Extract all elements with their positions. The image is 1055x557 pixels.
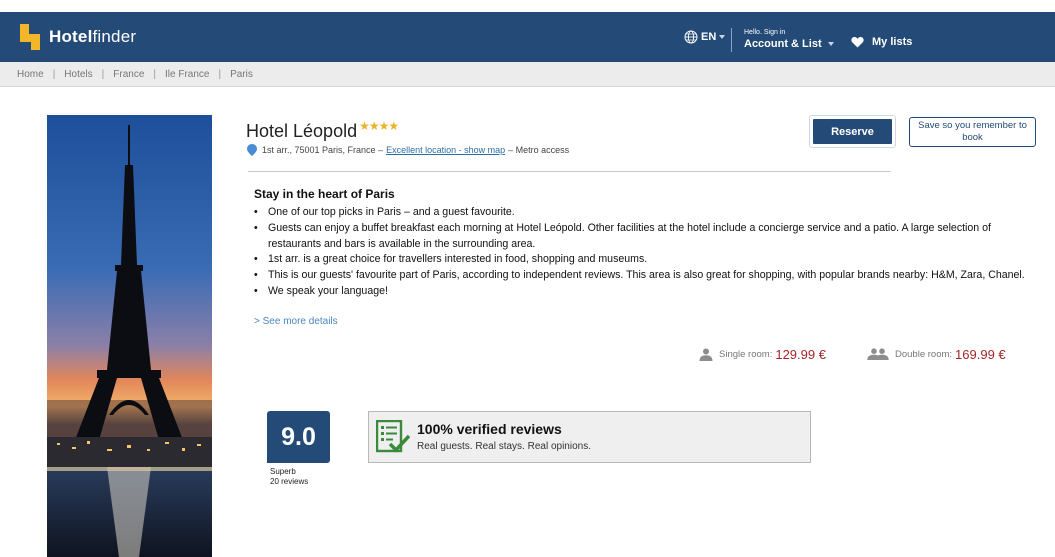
- save-to-list-button[interactable]: Save so you remember to book: [909, 117, 1036, 147]
- brand-name: Hotelfinder: [49, 27, 137, 46]
- language-label: EN: [701, 31, 717, 43]
- list-item: One of our top picks in Paris – and a gu…: [254, 205, 1034, 221]
- breadcrumb-ile-france[interactable]: Ile France: [165, 69, 209, 80]
- verified-reviews-title: 100% verified reviews: [417, 421, 562, 437]
- breadcrumb-home[interactable]: Home: [17, 69, 44, 80]
- address-text: 1st arr., 75001 Paris, France –: [262, 145, 384, 155]
- logo-mark-icon: [20, 24, 40, 50]
- description-title: Stay in the heart of Paris: [254, 187, 395, 201]
- single-room-price[interactable]: Single room: 129.99 €: [699, 347, 826, 362]
- review-summary: Superb 20 reviews: [270, 467, 308, 487]
- language-selector[interactable]: EN: [684, 30, 726, 44]
- description-list: One of our top picks in Paris – and a gu…: [254, 205, 1034, 300]
- chevron-down-icon: [719, 35, 726, 39]
- verified-reviews-banner: 100% verified reviews Real guests. Real …: [368, 411, 811, 463]
- hotel-photo[interactable]: [47, 115, 212, 557]
- verified-reviews-subtitle: Real guests. Real stays. Real opinions.: [417, 441, 591, 452]
- location-pin-icon: [247, 144, 257, 156]
- my-lists-link[interactable]: My lists: [851, 36, 912, 48]
- single-room-label: Single room:: [719, 349, 773, 360]
- globe-icon: [684, 30, 698, 44]
- double-room-label: Double room:: [895, 349, 953, 360]
- list-item: 1st arr. is a great choice for traveller…: [254, 252, 1034, 268]
- two-persons-icon: [867, 348, 889, 360]
- hotelfinder-logo[interactable]: Hotelfinder: [20, 24, 136, 50]
- hotel-address: 1st arr., 75001 Paris, France – Excellen…: [247, 144, 569, 156]
- address-suffix: – Metro access: [508, 145, 570, 155]
- breadcrumb-france[interactable]: France: [113, 69, 144, 80]
- chevron-down-icon: [827, 42, 834, 46]
- hotel-name-text: Hotel Léopold: [246, 121, 358, 141]
- reserve-button[interactable]: Reserve: [809, 115, 896, 148]
- verified-checklist-icon: [376, 420, 410, 453]
- single-room-amount: 129.99 €: [775, 347, 826, 362]
- account-greeting: Hello. Sign in: [744, 29, 786, 36]
- single-person-icon: [699, 348, 713, 361]
- breadcrumb: Home | Hotels | France | Ile France | Pa…: [0, 62, 1055, 87]
- list-item: We speak your language!: [254, 284, 1034, 300]
- reserve-button-label: Reserve: [813, 119, 892, 144]
- my-lists-label: My lists: [872, 36, 913, 48]
- account-label: Account & List: [744, 38, 822, 50]
- review-word: Superb: [270, 467, 296, 476]
- review-count[interactable]: 20 reviews: [270, 477, 308, 487]
- star-rating: ★★★★: [359, 119, 399, 133]
- hotel-name: Hotel Léopold ★★★★: [246, 119, 399, 142]
- list-item: This is our guests' favourite part of Pa…: [254, 268, 1034, 284]
- breadcrumb-hotels[interactable]: Hotels: [64, 69, 92, 80]
- list-item: Guests can enjoy a buffet breakfast each…: [254, 221, 1034, 253]
- header-divider: [731, 28, 732, 52]
- account-menu[interactable]: Hello. Sign in Account & List: [744, 28, 834, 51]
- title-divider: [248, 171, 891, 172]
- double-room-amount: 169.99 €: [955, 347, 1006, 362]
- show-map-link[interactable]: Excellent location - show map: [386, 145, 505, 155]
- double-room-price[interactable]: Double room: 169.99 €: [867, 347, 1006, 362]
- breadcrumb-paris[interactable]: Paris: [230, 69, 253, 80]
- review-score-badge[interactable]: 9.0: [267, 411, 330, 463]
- top-navigation-bar: Hotelfinder EN Hello. Sign in Account & …: [0, 12, 1055, 62]
- heart-icon: [851, 36, 864, 48]
- see-more-details-link[interactable]: > See more details: [254, 316, 338, 327]
